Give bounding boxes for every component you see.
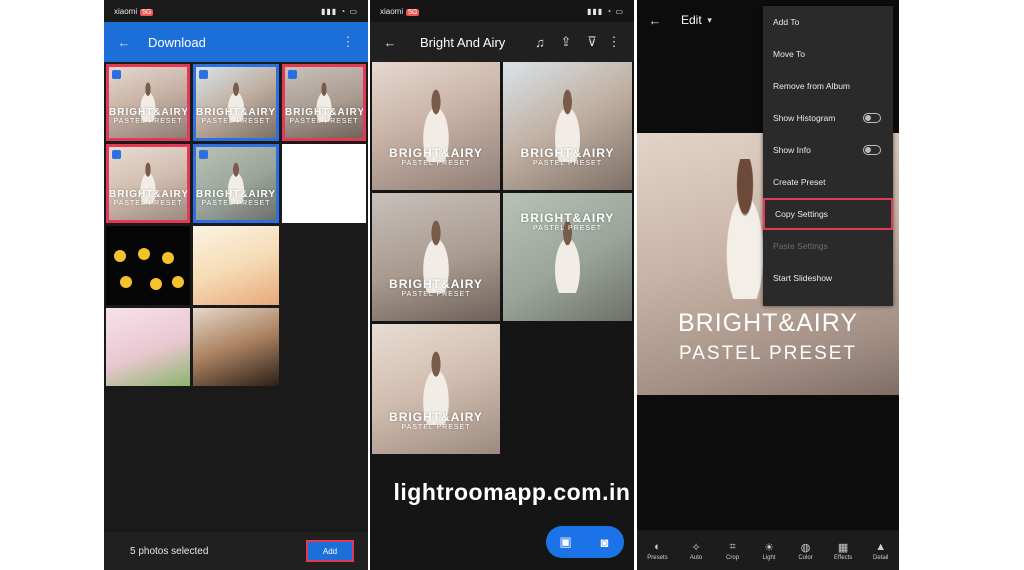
photo-tile-blank[interactable] [282, 144, 366, 223]
tool-light[interactable]: ☀ Light [761, 539, 777, 562]
fruit-photo-tile[interactable] [106, 308, 190, 386]
photo-caption: BRIGHT&AIRY PASTEL PRESET [520, 210, 615, 232]
photo-caption: BRIGHT&AIRY PASTEL PRESET [109, 107, 190, 126]
portrait-photo-tile[interactable] [193, 308, 279, 386]
more-vert-icon[interactable]: ⋮ [340, 34, 356, 50]
menu-item-move-to[interactable]: Move To [763, 38, 893, 70]
status-carrier: xiaomi 5G [114, 6, 154, 16]
cloud-sync-icon[interactable]: ♫ [532, 34, 548, 50]
status-bar: xiaomi 5G ▮▮▮ ◔ ▭ [104, 0, 368, 22]
presets-icon: ◐ [654, 541, 661, 553]
selected-check-icon [199, 70, 208, 79]
light-icon: ☀ [764, 541, 774, 554]
photo-caption: BRIGHT&AIRY PASTEL PRESET [389, 276, 483, 298]
crop-icon: ⌗ [729, 540, 736, 553]
tool-crop[interactable]: ⌗ Crop [725, 539, 741, 562]
album-photo-tile[interactable]: BRIGHT&AIRY PASTEL PRESET [503, 193, 632, 321]
tool-presets[interactable]: ◐ Presets [647, 539, 667, 561]
photo-caption: BRIGHT&AIRY PASTEL PRESET [520, 145, 615, 167]
photo-tile[interactable]: BRIGHT&AIRY PASTEL PRESET [106, 144, 190, 223]
import-fab[interactable]: ▣ ◙ [546, 526, 624, 558]
add-photo-icon[interactable]: ▣ [558, 534, 574, 550]
photo-caption: BRIGHT&AIRY PASTEL PRESET [285, 107, 366, 126]
effects-icon: ▦ [837, 541, 849, 554]
back-arrow-icon[interactable]: ← [647, 12, 663, 28]
selected-check-icon [199, 150, 208, 159]
selected-check-icon [112, 70, 121, 79]
photo-tile[interactable]: BRIGHT&AIRY PASTEL PRESET [193, 64, 279, 141]
status-icons: ▮▮▮ ◔ ▭ [320, 6, 358, 16]
download-app-bar: ← Download ⋮ [104, 22, 368, 62]
menu-item-copy-settings[interactable]: Copy Settings [763, 198, 893, 230]
photo-caption: BRIGHT&AIRY PASTEL PRESET [196, 107, 277, 126]
back-arrow-icon[interactable]: ← [382, 34, 398, 50]
menu-item-start-slideshow[interactable]: Start Slideshow [763, 262, 893, 294]
selected-check-icon [112, 150, 121, 159]
selection-bar: 5 photos selected Add [104, 532, 368, 570]
menu-item-add-to[interactable]: Add To [763, 6, 893, 38]
page-title: Download [148, 34, 206, 50]
photo-caption: BRIGHT&AIRY PASTEL PRESET [389, 145, 483, 167]
album-photo-tile[interactable]: BRIGHT&AIRY PASTEL PRESET [372, 324, 500, 454]
album-photo-tile[interactable]: BRIGHT&AIRY PASTEL PRESET [372, 193, 500, 321]
menu-item-show-info[interactable]: Show Info [763, 134, 893, 166]
edit-top-bar: ← Edit ▾ [637, 0, 777, 40]
menu-item-show-histogram[interactable]: Show Histogram [763, 102, 893, 134]
add-button[interactable]: Add [306, 540, 354, 562]
menu-item-create-preset[interactable]: Create Preset [763, 166, 893, 198]
menu-item-remove-from-album[interactable]: Remove from Album [763, 70, 893, 102]
auto-icon: ✧ [691, 541, 701, 554]
photo-caption: BRIGHT&AIRY PASTEL PRESET [109, 188, 190, 207]
photo-caption: BRIGHT&AIRY PASTEL PRESET [389, 409, 483, 431]
overflow-menu: Add To Move To Remove from Album Show Hi… [763, 6, 893, 306]
album-photo-tile[interactable]: BRIGHT&AIRY PASTEL PRESET [372, 62, 500, 190]
fruit-photo-tile[interactable] [193, 226, 279, 305]
back-arrow-icon[interactable]: ← [116, 34, 132, 50]
photo-tile[interactable]: BRIGHT&AIRY PASTEL PRESET [106, 64, 190, 141]
photo-caption: BRIGHT&AIRY PASTEL PRESET [196, 188, 277, 207]
tool-color[interactable]: ◍ Color [798, 539, 814, 562]
status-carrier: xiaomi 5G [380, 6, 420, 16]
album-app-bar: ← Bright And Airy ♫ ⇪ ⊽ ⋮ [370, 22, 634, 62]
more-vert-icon[interactable]: ⋮ [606, 34, 622, 50]
photo-tile[interactable]: BRIGHT&AIRY PASTEL PRESET [282, 64, 366, 141]
histogram-toggle[interactable] [863, 113, 881, 123]
photo-subcaption: PASTEL PRESET [678, 343, 858, 364]
menu-item-paste-settings: Paste Settings [773, 241, 828, 251]
share-icon[interactable]: ⇪ [558, 34, 574, 50]
photo-caption: BRIGHT&AIRY [677, 309, 859, 337]
album-photo-tile[interactable]: BRIGHT&AIRY PASTEL PRESET [503, 62, 632, 190]
edit-tool-strip: ◐ Presets ✧ Auto ⌗ Crop ☀ Light ◍ Color ▦ Effe… [637, 530, 899, 570]
photo-tile[interactable]: BRIGHT&AIRY PASTEL PRESET [193, 144, 279, 223]
filter-icon[interactable]: ⊽ [584, 34, 600, 50]
status-bar: xiaomi 5G ▮▮▮ ◔ ▭ [370, 0, 634, 22]
tool-auto[interactable]: ✧ Auto [688, 539, 704, 562]
tool-effects[interactable]: ▦ Effects [834, 539, 852, 562]
emoji-photo-tile[interactable] [106, 226, 190, 305]
camera-icon[interactable]: ◙ [597, 534, 613, 550]
status-icons: ▮▮▮ ◔ ▭ [586, 6, 624, 16]
selected-check-icon [288, 70, 297, 79]
info-toggle[interactable] [863, 145, 881, 155]
detail-icon: ▲ [875, 541, 887, 553]
site-watermark: lightroomapp.com.in [393, 479, 631, 505]
tool-detail[interactable]: ▲ Detail [873, 539, 889, 561]
album-title: Bright And Airy [420, 34, 506, 50]
chevron-down-icon[interactable]: ▾ [702, 12, 718, 28]
edit-mode-label[interactable]: Edit [681, 13, 702, 27]
color-icon: ◍ [800, 541, 811, 554]
selected-count: 5 photos selected [130, 545, 209, 557]
